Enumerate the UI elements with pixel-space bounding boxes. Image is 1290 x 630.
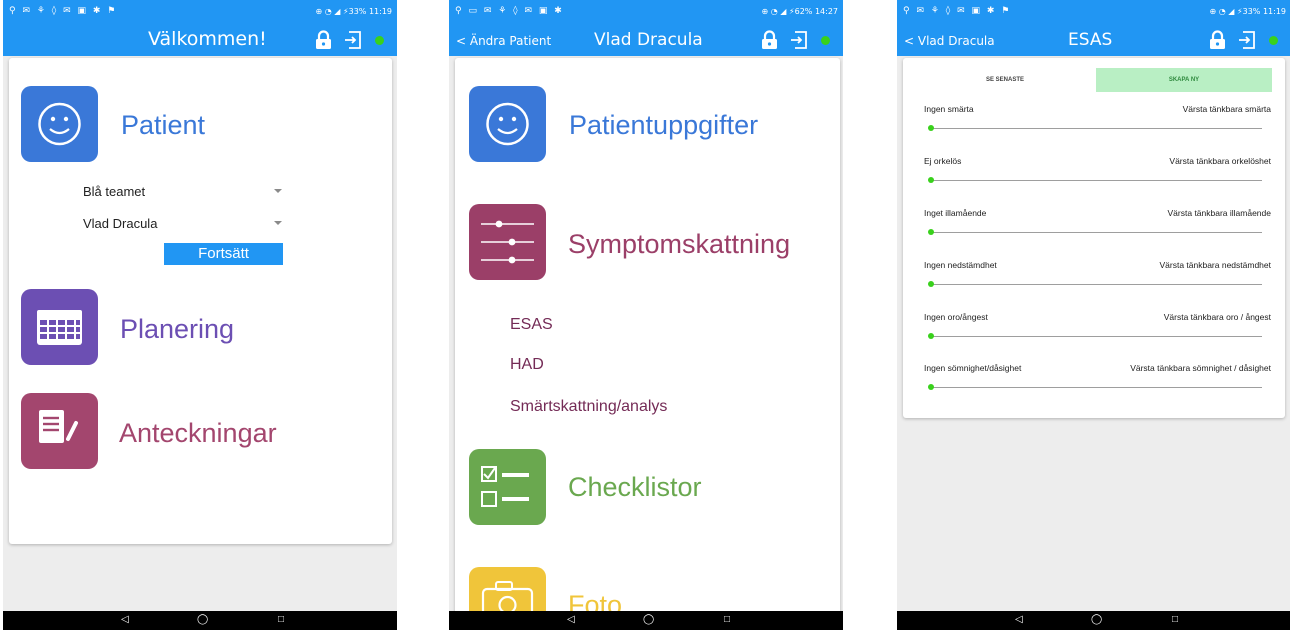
checklist-icon [481, 466, 529, 507]
app-bar: < Vlad Dracula ESAS [897, 24, 1290, 56]
home-icon[interactable]: ◯ [197, 614, 208, 625]
scale-low-label: Ej orkelös [924, 156, 962, 166]
scale-track[interactable] [930, 180, 1262, 181]
scale-track[interactable] [930, 128, 1262, 129]
exit-icon[interactable] [344, 30, 362, 50]
scale-low-label: Ingen sömnighet/dåsighet [924, 363, 1022, 373]
planning-tile[interactable] [21, 289, 98, 365]
page-title: Välkommen! [148, 28, 267, 50]
scale-high-label: Värsta tänkbara oro / ångest [1163, 312, 1271, 322]
esas-card: SE SENASTE SKAPA NY Ingen smärta Värsta … [903, 58, 1285, 418]
scale-high-label: Värsta tänkbara orkelöshet [1169, 156, 1271, 166]
scale-slider-handle[interactable] [928, 229, 934, 235]
back-link[interactable]: < Vlad Dracula [904, 34, 995, 48]
status-icons: ⚲ ✉ ⚘ ◊ ✉ ▣ ✱ ⚑ [903, 6, 1012, 16]
patient-tile[interactable] [21, 86, 98, 162]
scale-track[interactable] [930, 387, 1262, 388]
patient-info-tile[interactable] [469, 86, 546, 162]
scale-slider-handle[interactable] [928, 177, 934, 183]
recents-icon[interactable]: □ [278, 614, 284, 625]
online-status-dot [375, 36, 384, 45]
screen-esas: ⚲ ✉ ⚘ ◊ ✉ ▣ ✱ ⚑ ⊕ ◔ ◢ ⚡33% 11:19 < Vlad … [897, 0, 1290, 630]
had-link[interactable]: HAD [510, 356, 544, 374]
status-info: ⊕ ◔ ◢ ⚡33% 11:19 [315, 7, 392, 16]
notes-label[interactable]: Anteckningar [119, 418, 277, 449]
sliders-icon [481, 220, 534, 264]
status-info: ⊕ ◔ ◢ ⚡62% 14:27 [761, 7, 838, 16]
patient-label[interactable]: Patient [121, 110, 205, 141]
scale-low-label: Ingen nedstämdhet [924, 260, 997, 270]
status-bar: ⚲ ✉ ⚘ ◊ ✉ ▣ ✱ ⚑ ⊕ ◔ ◢ ⚡33% 11:19 [3, 0, 397, 24]
main-card: Patientuppgifter Symptomskattning ESAS H… [455, 58, 840, 630]
app-bar: Välkommen! [3, 24, 397, 56]
scale-slider-handle[interactable] [928, 384, 934, 390]
patient-dropdown[interactable]: Vlad Dracula [83, 216, 157, 231]
lock-icon[interactable] [1209, 30, 1226, 50]
exit-icon[interactable] [790, 30, 808, 50]
recents-icon[interactable]: □ [724, 614, 730, 625]
planning-label[interactable]: Planering [120, 314, 234, 345]
status-icons: ⚲ ✉ ⚘ ◊ ✉ ▣ ✱ ⚑ [9, 6, 118, 16]
status-bar: ⚲ ✉ ⚘ ◊ ✉ ▣ ✱ ⚑ ⊕ ◔ ◢ ⚡33% 11:19 [897, 0, 1290, 24]
chevron-down-icon[interactable] [274, 221, 282, 225]
home-icon[interactable]: ◯ [1091, 614, 1102, 625]
scale-low-label: Ingen oro/ångest [924, 312, 988, 322]
symptom-tile[interactable] [469, 204, 546, 280]
status-info: ⊕ ◔ ◢ ⚡33% 11:19 [1209, 7, 1286, 16]
status-bar: ⚲ ▭ ✉ ⚘ ◊ ✉ ▣ ✱ ⊕ ◔ ◢ ⚡62% 14:27 [449, 0, 843, 24]
scale-low-label: Inget illamående [924, 208, 987, 218]
exit-icon[interactable] [1238, 30, 1256, 50]
main-card: Patient Blå teamet Vlad Dracula Fortsätt… [9, 58, 392, 544]
scale-track[interactable] [930, 284, 1262, 285]
scale-track[interactable] [930, 336, 1262, 337]
scale-track[interactable] [930, 232, 1262, 233]
system-nav-bar: ◁ ◯ □ [897, 611, 1290, 630]
system-nav-bar: ◁ ◯ □ [449, 611, 843, 630]
back-link[interactable]: < Ändra Patient [456, 34, 551, 48]
patient-info-label[interactable]: Patientuppgifter [569, 110, 758, 141]
back-icon[interactable]: ◁ [567, 614, 575, 625]
scale-high-label: Värsta tänkbara nedstämdhet [1159, 260, 1271, 270]
scale-slider-handle[interactable] [928, 333, 934, 339]
app-bar: < Ändra Patient Vlad Dracula [449, 24, 843, 56]
page-title: Vlad Dracula [594, 30, 703, 50]
scale-high-label: Värsta tänkbara smärta [1182, 104, 1271, 114]
back-icon[interactable]: ◁ [121, 614, 129, 625]
page-title: ESAS [1068, 30, 1113, 50]
system-nav-bar: ◁ ◯ □ [3, 611, 397, 630]
screen-patient-menu: ⚲ ▭ ✉ ⚘ ◊ ✉ ▣ ✱ ⊕ ◔ ◢ ⚡62% 14:27 < Ändra… [449, 0, 843, 630]
online-status-dot [1269, 36, 1278, 45]
notes-icon [39, 410, 78, 443]
back-icon[interactable]: ◁ [1015, 614, 1023, 625]
home-icon[interactable]: ◯ [643, 614, 654, 625]
checklist-tile[interactable] [469, 449, 546, 525]
status-icons: ⚲ ▭ ✉ ⚘ ◊ ✉ ▣ ✱ [455, 6, 564, 16]
scale-slider-handle[interactable] [928, 125, 934, 131]
online-status-dot [821, 36, 830, 45]
calendar-icon [37, 310, 82, 345]
recents-icon[interactable]: □ [1172, 614, 1178, 625]
scale-high-label: Värsta tänkbara illamående [1167, 208, 1271, 218]
scale-high-label: Värsta tänkbara sömnighet / dåsighet [1130, 363, 1271, 373]
checklist-label[interactable]: Checklistor [568, 472, 702, 503]
scale-low-label: Ingen smärta [924, 104, 974, 114]
team-dropdown[interactable]: Blå teamet [83, 184, 145, 199]
notes-tile[interactable] [21, 393, 98, 469]
chevron-down-icon[interactable] [274, 189, 282, 193]
smiley-icon [486, 102, 529, 146]
scale-slider-handle[interactable] [928, 281, 934, 287]
esas-link[interactable]: ESAS [510, 316, 553, 334]
lock-icon[interactable] [315, 30, 332, 50]
pain-assessment-link[interactable]: Smärtskattning/analys [510, 398, 667, 416]
lock-icon[interactable] [761, 30, 778, 50]
tab-latest[interactable]: SE SENASTE [915, 68, 1095, 92]
continue-button[interactable]: Fortsätt [164, 243, 283, 265]
screen-welcome: ⚲ ✉ ⚘ ◊ ✉ ▣ ✱ ⚑ ⊕ ◔ ◢ ⚡33% 11:19 Välkomm… [3, 0, 397, 630]
smiley-icon [38, 102, 81, 146]
symptom-label[interactable]: Symptomskattning [568, 229, 790, 260]
tab-create[interactable]: SKAPA NY [1096, 68, 1272, 92]
